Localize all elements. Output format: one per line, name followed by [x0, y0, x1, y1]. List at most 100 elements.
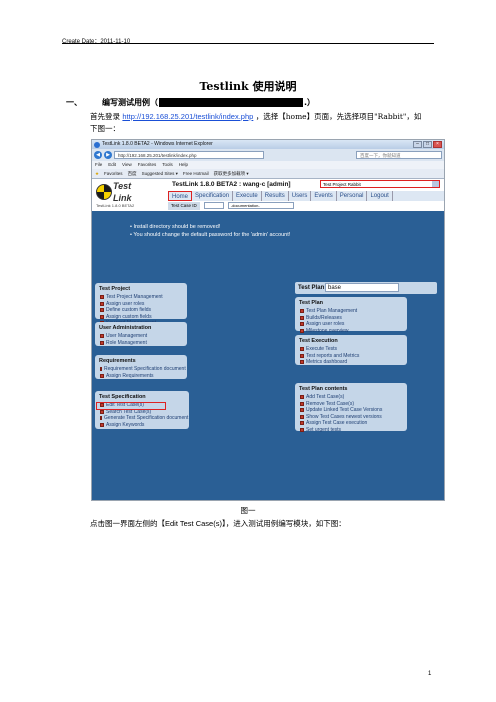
header-rule [62, 43, 434, 44]
address-input[interactable]: http://192.168.25.201/testlink/index.php [114, 151, 264, 159]
maximize-icon[interactable]: □ [423, 141, 432, 148]
panel-title: Requirements [99, 358, 136, 364]
menu-tools[interactable]: Tools [162, 161, 173, 169]
bullet-icon [300, 414, 304, 419]
nav-execute[interactable]: Execute [233, 191, 262, 201]
close-icon[interactable]: × [433, 141, 442, 148]
panel-user-administration: User Administration User Management Role… [95, 322, 187, 346]
bullet-icon [100, 422, 104, 427]
fav-baidu[interactable]: 百度 [128, 169, 137, 178]
logo-word-link: Link [113, 193, 132, 203]
nav-specification[interactable]: Specification [192, 191, 234, 201]
bullet-icon [100, 340, 104, 345]
menu-view[interactable]: View [122, 161, 132, 169]
test-case-id-input[interactable] [203, 202, 224, 209]
bullet-icon [300, 328, 304, 333]
bullet-icon [100, 301, 104, 306]
instruction-prefix: 点击图一界面左侧的【 [90, 519, 165, 528]
bullet-icon [300, 395, 304, 400]
warning-item: Install directory should be removed! [130, 223, 444, 231]
bullet-icon [300, 360, 304, 365]
figure-screenshot: TestLink 1.8.0 BETA2 - Windows Internet … [91, 139, 445, 501]
nav-personal[interactable]: Personal [337, 191, 368, 201]
panel-link[interactable]: Assign Keywords [95, 422, 189, 429]
window-controls: – □ × [413, 141, 442, 148]
panel-test-specification: Test Specification Edit Test Case(s) Sea… [95, 391, 189, 429]
testlink-main: Install directory should be removed! You… [92, 211, 444, 500]
nav-events[interactable]: Events [311, 191, 337, 201]
bullet-icon [300, 427, 304, 432]
bullet-icon [300, 408, 304, 413]
test-plan-bar: Test Plan base [295, 282, 437, 294]
login-url-link[interactable]: http://192.168.25.201/testlink/index.php [122, 112, 253, 121]
page-number: 1 [428, 671, 432, 677]
panel-test-plan: Test Plan Test Plan Management Builds/Re… [295, 297, 407, 334]
testlink-header: Test Link TestLink 1.8.0 BETA2 TestLink … [92, 179, 444, 211]
ie-favorites-bar: ★ Favorites 百度 Suggested Sites ▾ Free Ho… [92, 169, 444, 179]
ie-menubar: File Edit View Favorites Tools Help [92, 161, 444, 169]
section-heading: 一、 编写测试用例（ .） [66, 97, 315, 108]
panel-link[interactable]: Role Management [95, 340, 187, 347]
menu-edit[interactable]: Edit [108, 161, 116, 169]
back-icon[interactable]: ◀ [94, 151, 102, 159]
favorites-star-icon: ★ [95, 171, 100, 176]
figure-caption: 图一 [240, 506, 256, 515]
panel-title: Test Project [99, 286, 131, 292]
menu-favorites[interactable]: Favorites [138, 161, 157, 169]
bullet-icon [100, 314, 104, 319]
fav-suggested[interactable]: Suggested Sites ▾ [142, 169, 178, 178]
intro-paragraph: 首先登录 http://192.168.25.201/testlink/inde… [90, 111, 426, 135]
test-plan-label: Test Plan [298, 285, 325, 291]
bullet-icon [300, 322, 304, 327]
documentation-select[interactable]: -documentation- [227, 202, 294, 209]
panel-link[interactable]: Metrics dashboard [295, 359, 407, 366]
section-label-end: .） [304, 98, 316, 107]
instruction-keyword: Edit Test Case(s) [165, 519, 222, 528]
bullet-icon [100, 373, 104, 378]
nav-home[interactable]: Home [168, 191, 193, 201]
nav-users[interactable]: Users [289, 191, 312, 201]
bullet-icon [100, 334, 104, 339]
section-label-start: 编写测试用例（ [102, 98, 158, 107]
search-input[interactable]: 百度一下，你就知道 [356, 151, 442, 159]
nav-logout[interactable]: Logout [367, 191, 393, 201]
intro-prefix: 首先登录 [90, 112, 120, 121]
panel-title: Test Execution [299, 338, 338, 344]
menu-file[interactable]: File [95, 161, 102, 169]
test-plan-select[interactable]: base [325, 283, 399, 292]
bullet-icon [100, 416, 102, 421]
highlight-box [96, 402, 166, 410]
minimize-icon[interactable]: – [413, 141, 422, 148]
menu-help[interactable]: Help [179, 161, 188, 169]
warning-messages: Install directory should be removed! You… [92, 215, 444, 251]
ie-window-title: TestLink 1.8.0 BETA2 - Windows Internet … [102, 141, 213, 147]
ie-address-bar: ◀ ▶ http://192.168.25.201/testlink/index… [92, 149, 444, 161]
bullet-icon [100, 367, 102, 372]
panel-link[interactable]: Set urgent tests [295, 427, 407, 434]
chevron-down-icon [432, 181, 439, 187]
test-project-select[interactable]: Test Project Rabbit [320, 180, 440, 188]
bullet-icon [300, 421, 304, 426]
fav-hotmail[interactable]: Free Hotmail [183, 169, 209, 178]
panel-link[interactable]: Milestone overview [295, 328, 407, 335]
test-case-id-label: Test Case ID [168, 202, 200, 210]
testcase-search-row: Test Case ID -documentation- [168, 202, 294, 210]
panel-test-project: Test Project Test Project Management Ass… [95, 283, 187, 326]
nav-results[interactable]: Results [262, 191, 289, 201]
forward-icon[interactable]: ▶ [104, 151, 112, 159]
bullet-icon [100, 308, 104, 313]
bullet-icon [300, 353, 304, 358]
fav-favorites[interactable]: Favorites [104, 169, 123, 178]
instruction-paragraph: 点击图一界面左侧的【Edit Test Case(s)】，进入测试用例编写模块，… [90, 518, 346, 529]
warning-item: You should change the default password f… [130, 231, 444, 239]
panel-title: User Administration [99, 325, 152, 331]
testlink-logo: Test Link TestLink 1.8.0 BETA2 [96, 181, 140, 209]
panel-title: Test Plan [299, 300, 324, 306]
fav-addons[interactable]: 获取更多加载项 ▾ [214, 169, 249, 178]
panel-title: Test Plan contents [299, 386, 348, 392]
bullet-icon [100, 409, 104, 414]
bullet-icon [300, 315, 304, 320]
test-project-select-value: Test Project Rabbit [323, 182, 361, 187]
panel-link[interactable]: Assign Requirements [95, 373, 187, 380]
panel-requirements: Requirements Requirement Specification d… [95, 355, 187, 379]
